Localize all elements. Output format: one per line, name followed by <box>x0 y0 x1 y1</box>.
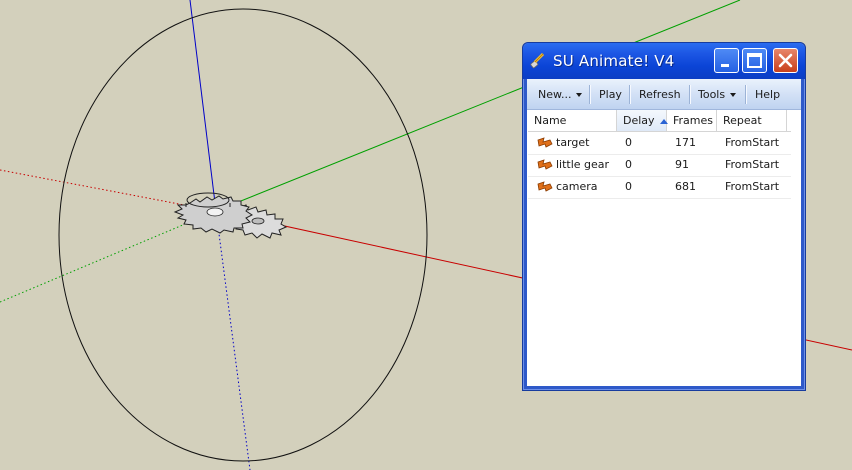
table-row[interactable]: target 0 171 FromStart <box>528 132 791 155</box>
new-label: New... <box>538 88 572 101</box>
column-header-name[interactable]: Name <box>528 110 617 131</box>
row-repeat: FromStart <box>725 180 780 193</box>
help-button[interactable]: Help <box>755 88 780 101</box>
window-titlebar[interactable]: SU Animate! V4 <box>523 43 805 79</box>
table-row[interactable]: little gear 0 91 FromStart <box>528 154 791 177</box>
maximize-icon <box>747 53 762 68</box>
animation-icon <box>537 137 553 148</box>
su-animate-window: SU Animate! V4 New... Play Refresh Tools… <box>522 42 806 391</box>
row-delay: 0 <box>625 180 632 193</box>
toolbar: New... Play Refresh Tools Help <box>527 79 801 110</box>
column-header-delay-label: Delay <box>623 114 655 127</box>
target-gear-model <box>173 192 253 234</box>
brush-icon <box>529 52 546 69</box>
tools-menu-button[interactable]: Tools <box>698 88 737 101</box>
table-header: Name Delay Frames Repeat <box>528 110 791 132</box>
row-name: target <box>556 136 590 149</box>
refresh-button[interactable]: Refresh <box>639 88 681 101</box>
new-menu-button[interactable]: New... <box>538 88 583 101</box>
minimize-icon <box>721 64 729 67</box>
row-name: camera <box>556 180 598 193</box>
window-title: SU Animate! V4 <box>553 52 675 70</box>
row-repeat: FromStart <box>725 136 780 149</box>
minimize-button[interactable] <box>714 48 739 73</box>
close-icon <box>778 53 793 68</box>
close-button[interactable] <box>773 48 798 73</box>
table-row[interactable]: camera 0 681 FromStart <box>528 176 791 199</box>
column-header-delay[interactable]: Delay <box>617 110 668 131</box>
gear-assembly <box>173 192 288 239</box>
toolbar-separator <box>629 85 630 104</box>
chevron-down-icon <box>730 93 737 97</box>
chevron-down-icon <box>576 93 583 97</box>
row-frames: 681 <box>675 180 696 193</box>
camera-path-circle <box>58 8 428 462</box>
row-repeat: FromStart <box>725 158 780 171</box>
window-client-area: New... Play Refresh Tools Help Name Dela… <box>527 79 801 386</box>
row-delay: 0 <box>625 136 632 149</box>
row-delay: 0 <box>625 158 632 171</box>
toolbar-separator <box>689 85 690 104</box>
toolbar-separator <box>589 85 590 104</box>
column-header-frames[interactable]: Frames <box>667 110 717 131</box>
green-axis-negative <box>0 210 217 303</box>
blue-axis-positive <box>189 0 217 212</box>
column-header-repeat[interactable]: Repeat <box>717 110 787 131</box>
toolbar-separator <box>745 85 746 104</box>
blue-axis-negative <box>215 210 251 470</box>
maximize-button[interactable] <box>742 48 767 73</box>
row-frames: 171 <box>675 136 696 149</box>
row-name: little gear <box>556 158 610 171</box>
animation-icon <box>537 159 553 170</box>
play-button[interactable]: Play <box>599 88 622 101</box>
tools-label: Tools <box>698 88 726 101</box>
row-frames: 91 <box>675 158 689 171</box>
animation-icon <box>537 181 553 192</box>
